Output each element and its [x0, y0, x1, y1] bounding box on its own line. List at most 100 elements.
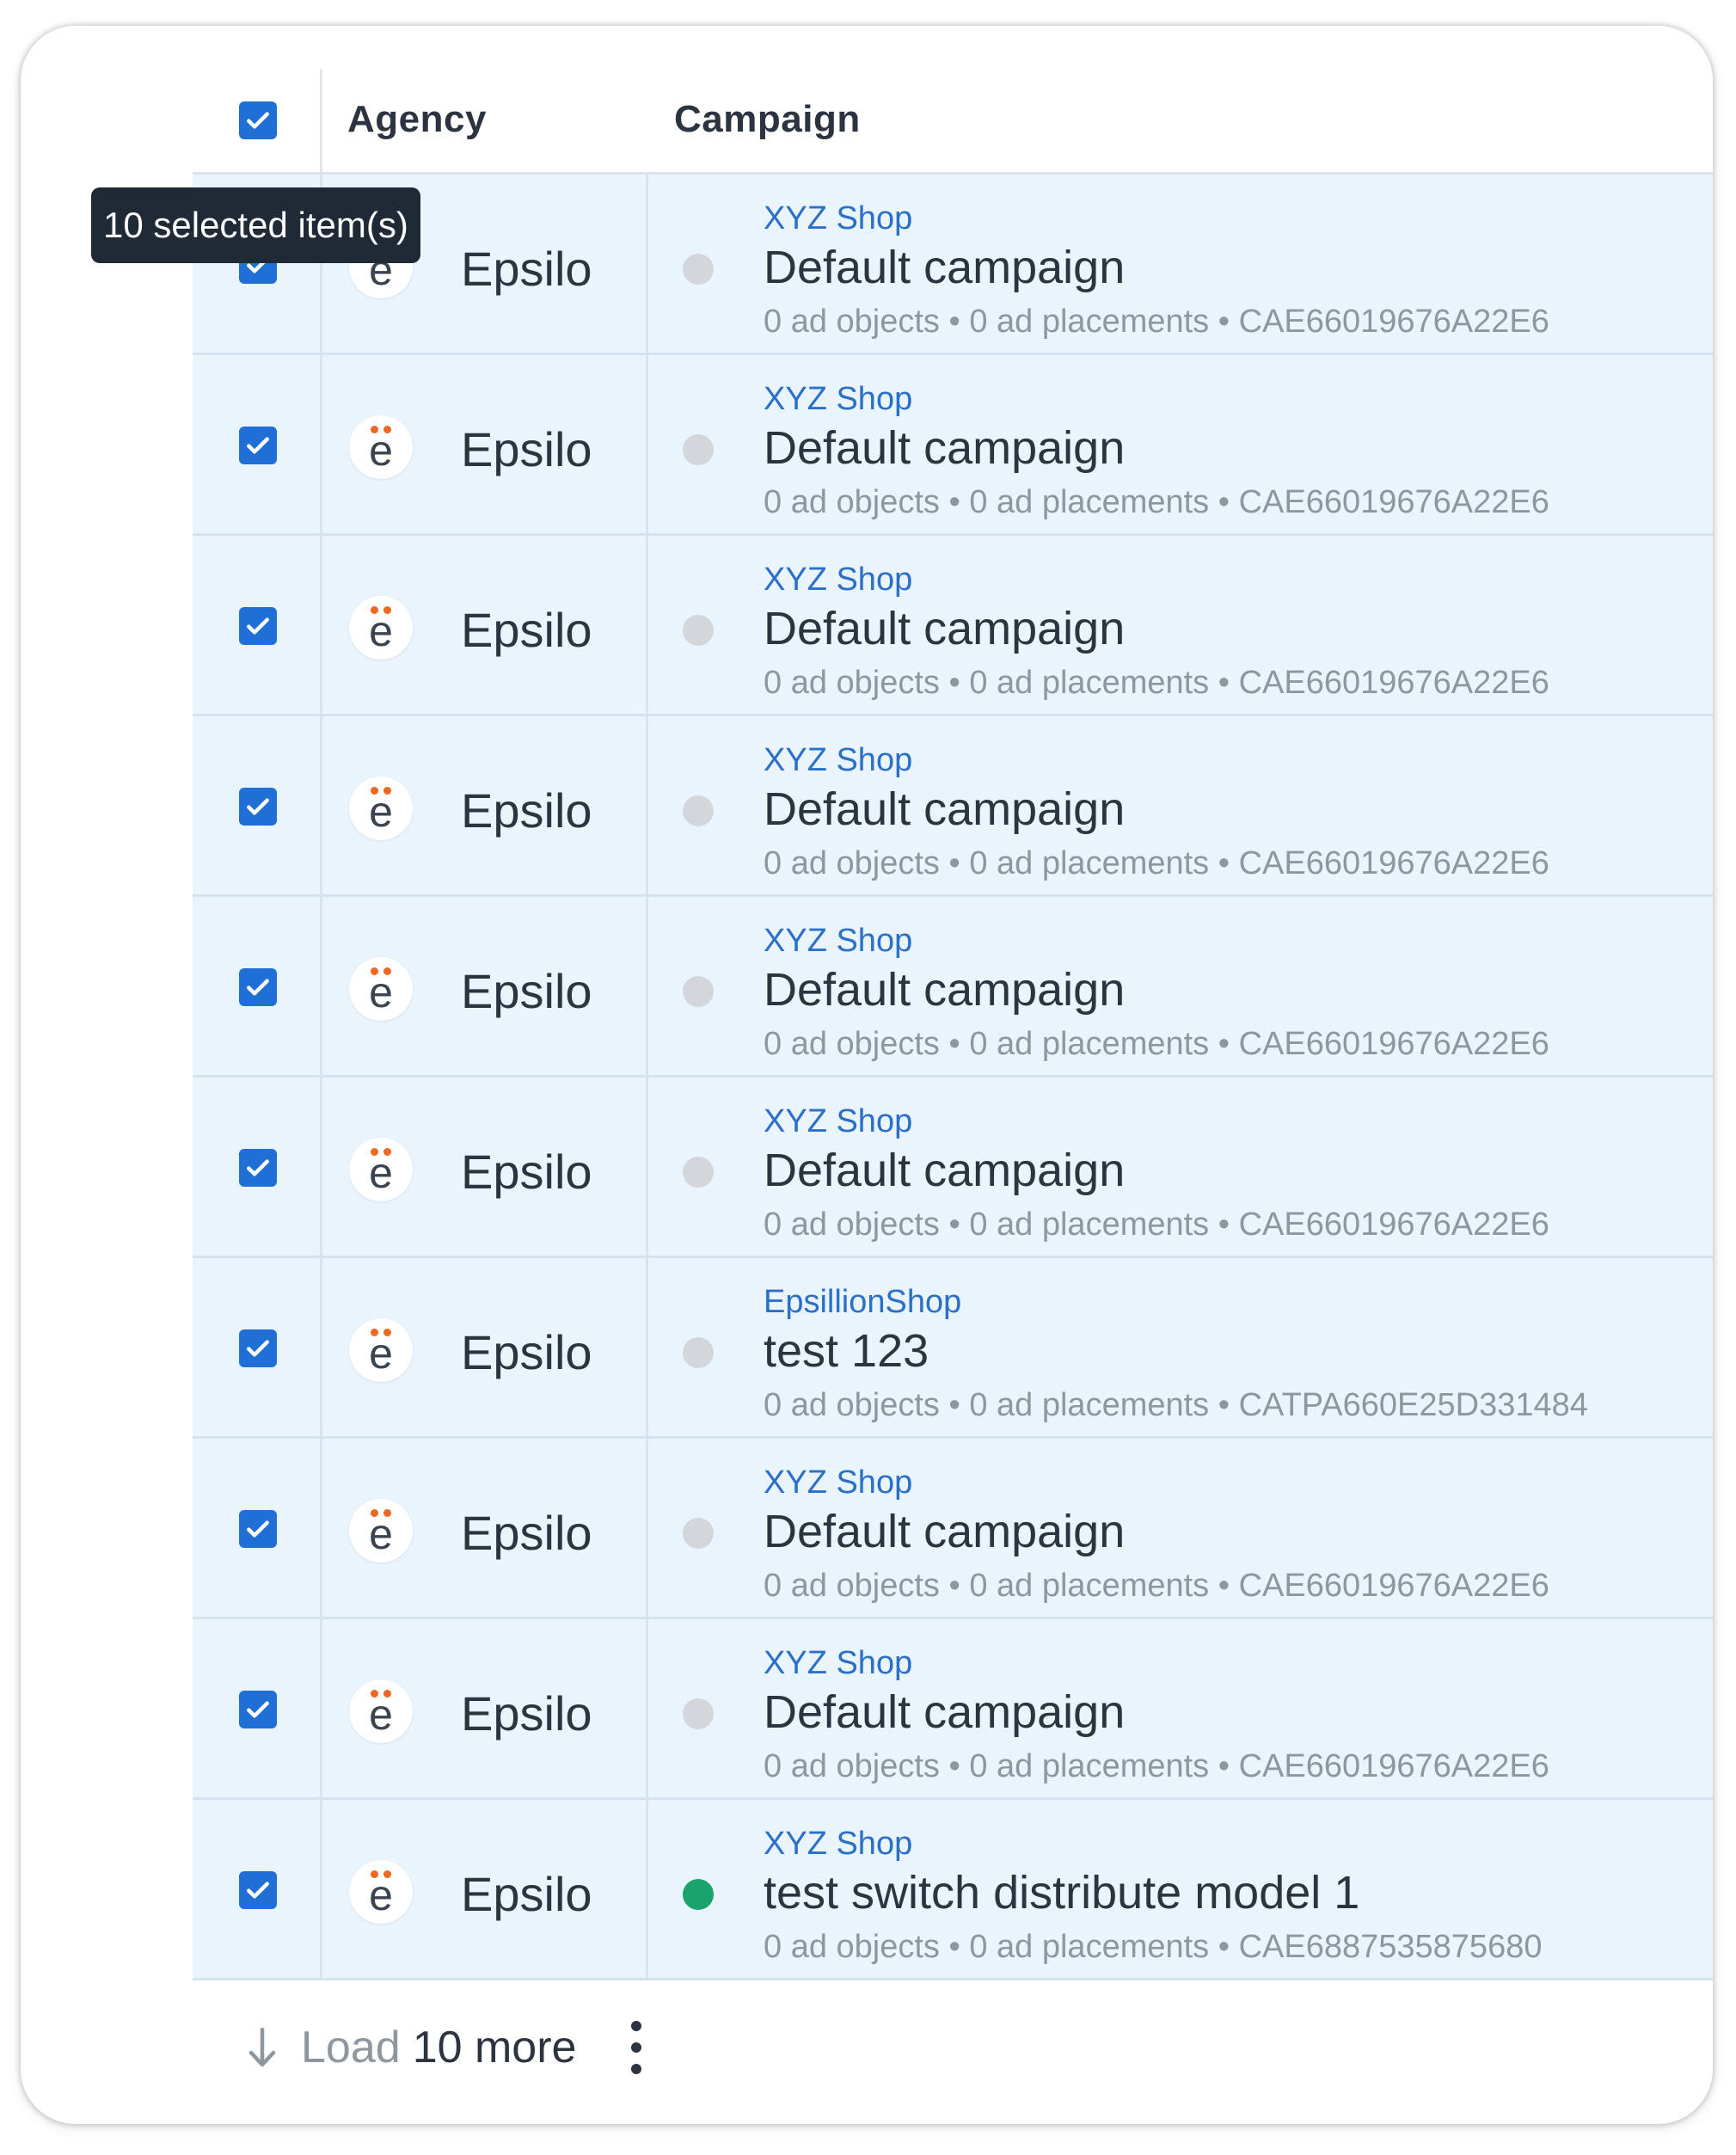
column-divider [646, 1078, 648, 1256]
status-dot [683, 1518, 714, 1549]
column-divider [320, 355, 322, 533]
table-header: Agency Campaign [21, 26, 1713, 172]
agency-name: Epsilo [461, 1506, 592, 1560]
epsilo-logo-icon: e [349, 777, 413, 840]
campaign-name[interactable]: Default campaign [764, 1144, 1125, 1197]
campaign-name[interactable]: Default campaign [764, 1505, 1125, 1558]
table-row[interactable]: e Epsilo EpsillionShop test 123 0 ad obj… [193, 1258, 1713, 1439]
agency-name: Epsilo [461, 1145, 592, 1199]
campaign-name[interactable]: Default campaign [764, 783, 1125, 836]
row-checkbox[interactable] [239, 1149, 277, 1187]
campaign-meta: 0 ad objects • 0 ad placements • CAE6601… [764, 484, 1549, 520]
shop-link[interactable]: XYZ Shop [764, 562, 912, 599]
campaign-name[interactable]: test switch distribute model 1 [764, 1866, 1359, 1919]
load-more-count: 10 more [412, 2023, 577, 2072]
load-more-label: Load [301, 2023, 401, 2072]
column-divider [320, 1258, 322, 1436]
column-divider [646, 355, 648, 533]
more-vertical-icon[interactable] [619, 2017, 653, 2078]
column-header-agency[interactable]: Agency [347, 98, 487, 141]
shop-link[interactable]: XYZ Shop [764, 1103, 912, 1140]
table-row[interactable]: e Epsilo XYZ Shop Default campaign 0 ad … [193, 1078, 1713, 1258]
status-dot [683, 976, 714, 1007]
status-dot [683, 254, 714, 285]
table-row[interactable]: e Epsilo XYZ Shop Default campaign 0 ad … [193, 1439, 1713, 1619]
campaign-meta: 0 ad objects • 0 ad placements • CAE6601… [764, 1026, 1549, 1062]
agency-name: Epsilo [461, 422, 592, 476]
shop-link[interactable]: EpsillionShop [764, 1284, 961, 1321]
column-divider [646, 1439, 648, 1617]
check-icon [247, 1340, 269, 1357]
campaign-meta: 0 ad objects • 0 ad placements • CAE6601… [764, 1568, 1549, 1604]
row-checkbox[interactable] [239, 427, 277, 464]
column-divider [646, 536, 648, 714]
table-row[interactable]: e Epsilo XYZ Shop Default campaign 0 ad … [193, 536, 1713, 716]
column-divider [320, 1619, 322, 1797]
status-dot [683, 1157, 714, 1188]
check-icon [247, 1520, 269, 1538]
campaign-meta: 0 ad objects • 0 ad placements • CAE6601… [764, 665, 1549, 701]
row-checkbox[interactable] [239, 1329, 277, 1367]
shop-link[interactable]: XYZ Shop [764, 1645, 912, 1682]
status-dot [683, 434, 714, 465]
column-divider [320, 1800, 322, 1978]
status-dot [683, 1879, 714, 1910]
table-row[interactable]: e Epsilo XYZ Shop Default campaign 0 ad … [193, 716, 1713, 897]
column-divider [646, 1258, 648, 1436]
campaign-name[interactable]: test 123 [764, 1324, 929, 1378]
shop-link[interactable]: XYZ Shop [764, 1464, 912, 1501]
campaign-name[interactable]: Default campaign [764, 963, 1125, 1016]
row-checkbox[interactable] [239, 1691, 277, 1728]
agency-name: Epsilo [461, 783, 592, 838]
table-row[interactable]: e Epsilo XYZ Shop Default campaign 0 ad … [193, 897, 1713, 1078]
column-divider [320, 716, 322, 894]
agency-name: Epsilo [461, 1867, 592, 1921]
column-divider [320, 536, 322, 714]
check-icon [247, 979, 269, 996]
column-divider [320, 1078, 322, 1256]
campaign-name[interactable]: Default campaign [764, 241, 1125, 294]
table-row[interactable]: e Epsilo XYZ Shop Default campaign 0 ad … [193, 355, 1713, 536]
check-icon [247, 437, 269, 454]
campaign-meta: 0 ad objects • 0 ad placements • CATPA66… [764, 1387, 1588, 1423]
campaign-name[interactable]: Default campaign [764, 602, 1125, 655]
table-row[interactable]: e Epsilo XYZ Shop Default campaign 0 ad … [193, 1619, 1713, 1800]
status-dot [683, 615, 714, 646]
arrow-down-icon [248, 2028, 276, 2067]
table-footer: Load 10 more [193, 1983, 1713, 2103]
agency-name: Epsilo [461, 1325, 592, 1379]
row-checkbox[interactable] [239, 1510, 277, 1548]
column-divider [320, 897, 322, 1075]
column-divider [646, 897, 648, 1075]
campaign-table-card: Agency Campaign 10 selected item(s) e Ep… [21, 26, 1713, 2124]
shop-link[interactable]: XYZ Shop [764, 200, 912, 237]
row-checkbox[interactable] [239, 1871, 277, 1909]
row-checkbox[interactable] [239, 788, 277, 826]
check-icon [247, 1159, 269, 1176]
check-icon [247, 112, 269, 129]
agency-name: Epsilo [461, 242, 592, 296]
epsilo-logo-icon: e [349, 957, 413, 1021]
table-row[interactable]: e Epsilo XYZ Shop Default campaign 0 ad … [193, 175, 1713, 355]
epsilo-logo-icon: e [349, 1138, 413, 1201]
select-all-checkbox[interactable] [239, 101, 277, 139]
campaign-name[interactable]: Default campaign [764, 421, 1125, 475]
table-row[interactable]: e Epsilo XYZ Shop test switch distribute… [193, 1800, 1713, 1980]
column-header-campaign[interactable]: Campaign [674, 98, 861, 141]
column-divider [646, 1619, 648, 1797]
column-divider [646, 175, 648, 353]
status-dot [683, 1337, 714, 1368]
shop-link[interactable]: XYZ Shop [764, 742, 912, 779]
row-checkbox[interactable] [239, 607, 277, 645]
campaign-meta: 0 ad objects • 0 ad placements • CAE6601… [764, 1748, 1549, 1784]
table-body: e Epsilo XYZ Shop Default campaign 0 ad … [193, 175, 1713, 1980]
epsilo-logo-icon: e [349, 1679, 413, 1743]
shop-link[interactable]: XYZ Shop [764, 381, 912, 418]
status-dot [683, 795, 714, 826]
shop-link[interactable]: XYZ Shop [764, 1826, 912, 1863]
campaign-name[interactable]: Default campaign [764, 1685, 1125, 1739]
status-dot [683, 1698, 714, 1729]
row-checkbox[interactable] [239, 968, 277, 1006]
shop-link[interactable]: XYZ Shop [764, 923, 912, 960]
load-more-button[interactable]: Load 10 more [248, 2017, 576, 2078]
